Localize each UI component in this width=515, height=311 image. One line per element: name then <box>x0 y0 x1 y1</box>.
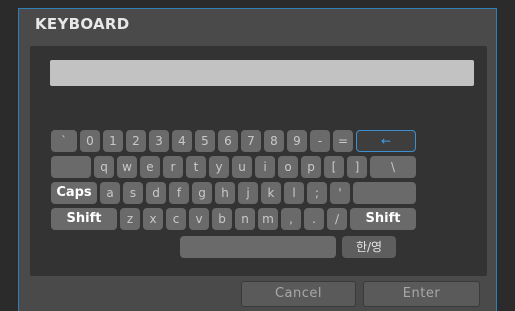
key-0[interactable]: 0 <box>80 130 100 152</box>
key-period[interactable]: . <box>304 208 324 230</box>
key-e[interactable]: e <box>140 156 160 178</box>
key-8[interactable]: 8 <box>264 130 284 152</box>
key-k[interactable]: k <box>261 182 281 204</box>
dialog-title: KEYBOARD <box>35 15 130 33</box>
key-slash[interactable]: / <box>327 208 347 230</box>
key-r[interactable]: r <box>163 156 183 178</box>
key-i[interactable]: i <box>255 156 275 178</box>
key-p[interactable]: p <box>301 156 321 178</box>
key-backspace[interactable]: ← <box>356 130 416 152</box>
key-s[interactable]: s <box>123 182 143 204</box>
key-g[interactable]: g <box>192 182 212 204</box>
key-quote[interactable]: ' <box>330 182 350 204</box>
key-l[interactable]: l <box>284 182 304 204</box>
key-space[interactable] <box>180 236 336 258</box>
key-u[interactable]: u <box>232 156 252 178</box>
key-minus[interactable]: - <box>310 130 330 152</box>
keyboard-panel: ` 0 1 2 3 4 5 6 7 8 9 - = ← q w e r t y … <box>30 46 487 276</box>
key-b[interactable]: b <box>212 208 232 230</box>
key-q[interactable]: q <box>94 156 114 178</box>
key-h[interactable]: h <box>215 182 235 204</box>
keyboard-dialog: KEYBOARD ` 0 1 2 3 4 5 6 7 8 9 - = ← q w… <box>18 8 497 311</box>
key-5[interactable]: 5 <box>195 130 215 152</box>
key-6[interactable]: 6 <box>218 130 238 152</box>
cancel-button[interactable]: Cancel <box>241 281 356 307</box>
key-z[interactable]: z <box>120 208 140 230</box>
key-right-bracket[interactable]: ] <box>347 156 367 178</box>
key-m[interactable]: m <box>258 208 278 230</box>
key-c[interactable]: c <box>166 208 186 230</box>
key-2[interactable]: 2 <box>126 130 146 152</box>
key-4[interactable]: 4 <box>172 130 192 152</box>
key-w[interactable]: w <box>117 156 137 178</box>
key-3[interactable]: 3 <box>149 130 169 152</box>
key-y[interactable]: y <box>209 156 229 178</box>
key-o[interactable]: o <box>278 156 298 178</box>
key-j[interactable]: j <box>238 182 258 204</box>
enter-button[interactable]: Enter <box>363 281 480 307</box>
key-9[interactable]: 9 <box>287 130 307 152</box>
key-d[interactable]: d <box>146 182 166 204</box>
key-shift-right[interactable]: Shift <box>350 208 416 230</box>
key-f[interactable]: f <box>169 182 189 204</box>
key-blank[interactable] <box>353 182 416 204</box>
key-left-bracket[interactable]: [ <box>324 156 344 178</box>
key-t[interactable]: t <box>186 156 206 178</box>
key-a[interactable]: a <box>100 182 120 204</box>
key-n[interactable]: n <box>235 208 255 230</box>
key-v[interactable]: v <box>189 208 209 230</box>
key-semicolon[interactable]: ; <box>307 182 327 204</box>
key-shift-left[interactable]: Shift <box>51 208 117 230</box>
key-backtick[interactable]: ` <box>51 130 77 152</box>
key-lang-toggle[interactable]: 한/영 <box>342 236 396 258</box>
text-input[interactable] <box>50 60 474 86</box>
key-backslash[interactable]: \ <box>370 156 416 178</box>
key-equals[interactable]: = <box>333 130 353 152</box>
key-tab[interactable] <box>51 156 91 178</box>
key-x[interactable]: x <box>143 208 163 230</box>
key-comma[interactable]: , <box>281 208 301 230</box>
key-caps[interactable]: Caps <box>51 182 97 204</box>
key-1[interactable]: 1 <box>103 130 123 152</box>
key-7[interactable]: 7 <box>241 130 261 152</box>
